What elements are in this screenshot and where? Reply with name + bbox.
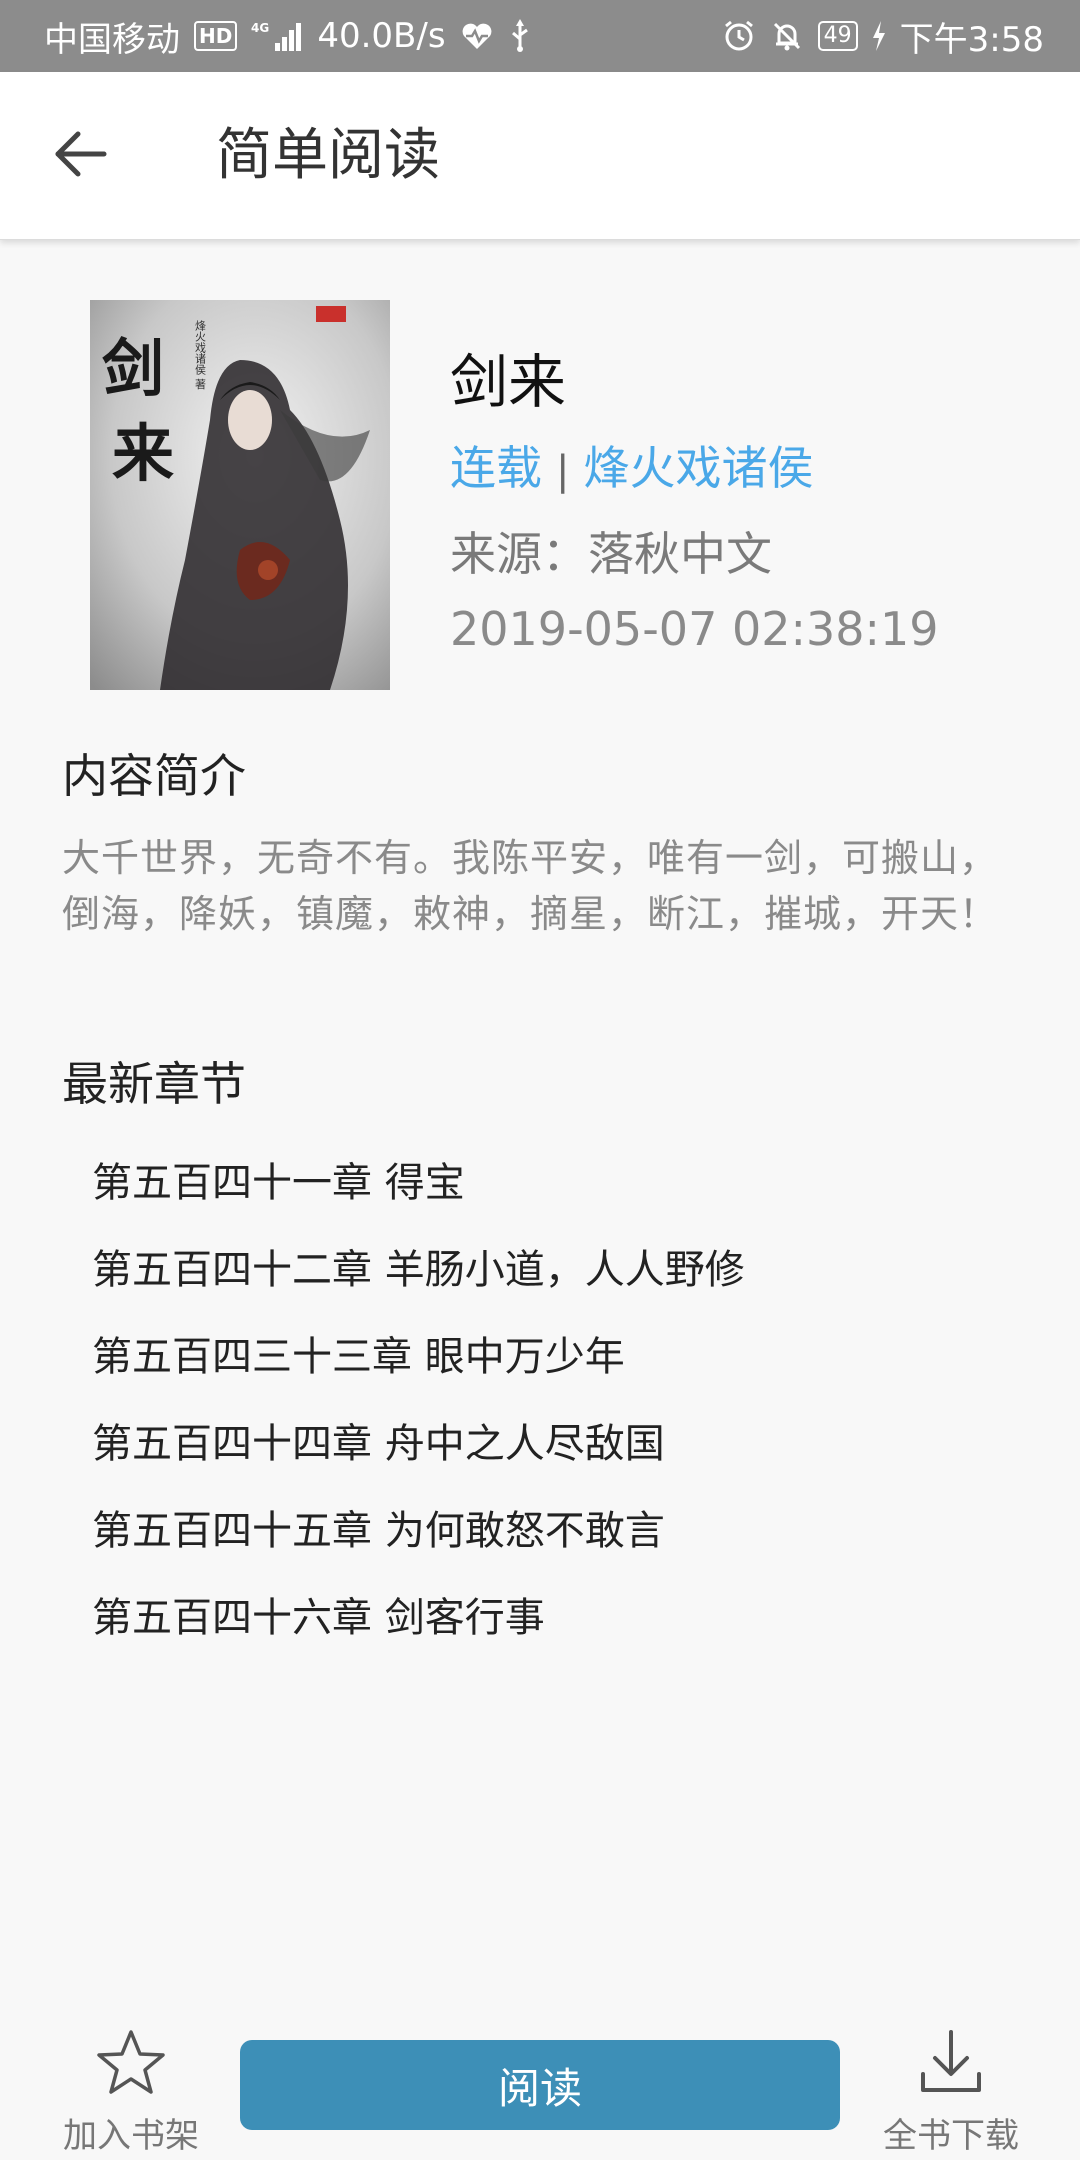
hd-badge: HD [194,21,238,51]
chapter-item[interactable]: 第五百四十四章 舟中之人尽敌国 [92,1411,1042,1498]
source-value: 落秋中文 [588,527,772,581]
app-bar: 简单阅读 [0,72,1080,240]
cover-author-text: 烽火戏诸侯 著 [194,320,207,390]
page-title: 简单阅读 [216,123,440,188]
book-source: 来源：落秋中文 [450,518,772,584]
summary-text: 大千世界，无奇不有。我陈平安，唯有一剑，可搬山，倒海，降妖，镇魔，敕神，摘星，断… [62,836,999,936]
arrow-left-icon [52,130,108,182]
download-all-label: 全书下载 [883,2116,1019,2156]
book-update-time: 2019-05-07 02:38:19 [450,602,939,656]
cover-title-char-1: 剑 [102,332,164,405]
download-icon [915,2028,987,2100]
back-button[interactable] [44,120,116,192]
read-button[interactable]: 阅读 [240,2040,840,2130]
heart-pulse-icon [460,21,494,51]
chapter-item[interactable]: 第五百四三十三章 眼中万少年 [92,1324,1042,1411]
book-meta-row: 连载 | 烽火戏诸侯 [450,432,813,498]
star-icon [95,2028,167,2100]
add-to-bookshelf-label: 加入书架 [63,2116,199,2156]
usb-icon [508,19,532,53]
book-title: 剑来 [450,348,567,416]
cover-title-char-2: 来 [112,417,174,490]
latest-chapters-heading: 最新章节 [62,1057,246,1111]
status-bar: 中国移动 HD 4G 40.0B/s 49 下午3:58 [0,0,1080,72]
chapter-list: 第五百四十一章 得宝 第五百四十二章 羊肠小道，人人野修 第五百四三十三章 眼中… [92,1150,1042,1672]
add-to-bookshelf-button[interactable]: 加入书架 [46,2028,216,2160]
chapter-item[interactable]: 第五百四十五章 为何敢怒不敢言 [92,1498,1042,1585]
download-all-button[interactable]: 全书下载 [866,2028,1036,2160]
svg-text:4G: 4G [251,21,269,35]
alarm-icon [722,19,756,53]
book-cover-image[interactable]: 剑 来 烽火戏诸侯 著 [90,300,390,690]
network-speed: 40.0B/s [317,16,446,56]
author-link[interactable]: 烽火戏诸侯 [583,441,813,495]
carrier-name: 中国移动 [44,19,180,60]
source-label: 来源： [450,527,588,581]
meta-separator: | [556,448,570,494]
chapter-item[interactable]: 第五百四十六章 剑客行事 [92,1585,1042,1672]
chapter-item[interactable]: 第五百四十二章 羊肠小道，人人野修 [92,1237,1042,1324]
clock: 下午3:58 [899,19,1044,60]
status-right: 49 下午3:58 [722,12,1044,61]
status-left: 中国移动 HD 4G 40.0B/s [44,12,532,61]
signal-icon: 4G [251,19,303,53]
chapter-item[interactable]: 第五百四十一章 得宝 [92,1150,1042,1237]
summary-heading: 内容简介 [62,749,246,803]
mute-bell-icon [770,19,804,53]
charging-icon [872,21,886,51]
serial-status: 连载 [450,441,542,495]
battery-indicator: 49 [817,21,858,51]
